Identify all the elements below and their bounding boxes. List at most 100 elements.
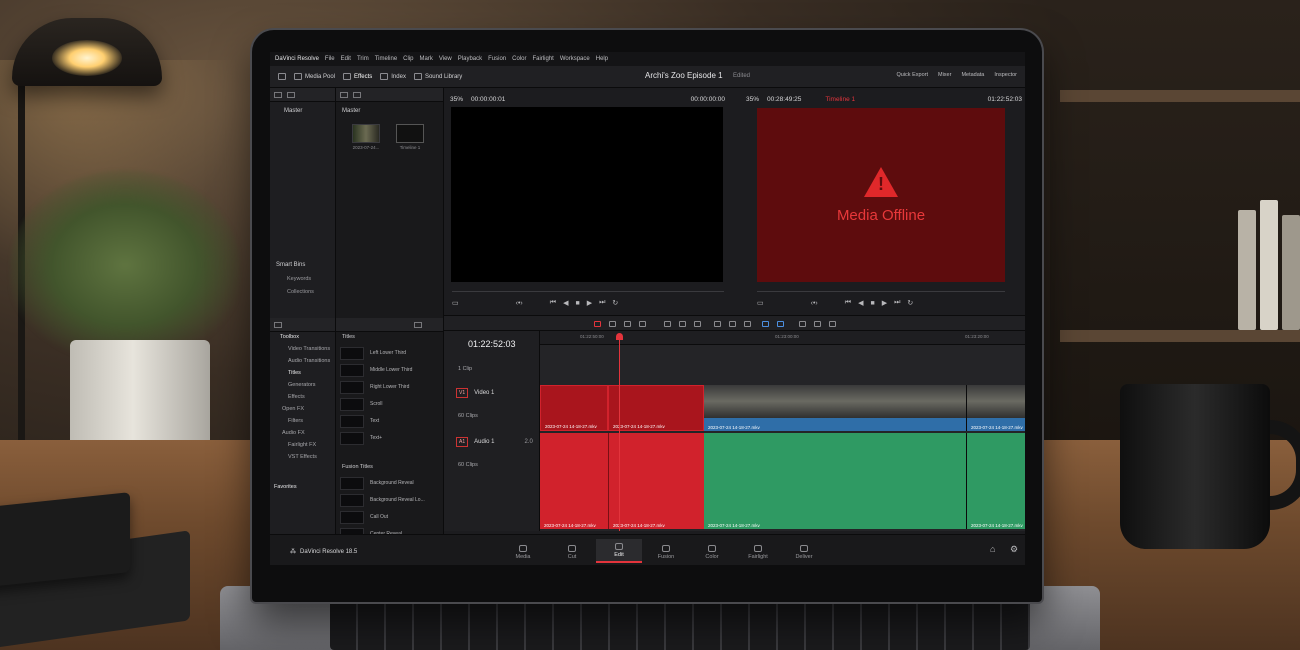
title-item[interactable]: Left Lower Third: [340, 346, 436, 360]
sort-icon[interactable]: [340, 91, 348, 98]
offline-video-clip[interactable]: 2023-07-24 14-18-27.mkv: [540, 385, 608, 431]
inspector-button[interactable]: Inspector: [994, 72, 1017, 78]
panel-toggle-icon[interactable]: [274, 321, 282, 328]
video-track-header[interactable]: V1 Video 1: [456, 388, 494, 398]
menu-clip[interactable]: Clip: [403, 56, 413, 62]
menu-mark[interactable]: Mark: [420, 56, 433, 62]
timeline-tracks[interactable]: 01:22:50:00 01:23:00:00 01:23:20:00 2023…: [540, 331, 1025, 531]
timeline-ruler[interactable]: 01:22:50:00 01:23:00:00 01:23:20:00: [540, 331, 1025, 345]
menu-file[interactable]: File: [325, 56, 335, 62]
jog-icon[interactable]: ‹•›: [516, 300, 523, 307]
timeline-scrubber[interactable]: [757, 284, 1005, 292]
timeline-jog-icon[interactable]: ‹•›: [811, 300, 818, 307]
index-button[interactable]: Index: [380, 73, 406, 80]
menu-help[interactable]: Help: [596, 56, 608, 62]
timeline-loop-icon[interactable]: ↻: [907, 299, 913, 307]
menu-color[interactable]: Color: [512, 56, 526, 62]
audio-track-header[interactable]: A1 Audio 1 2.0: [456, 437, 533, 447]
reverse-icon[interactable]: ◀: [563, 299, 568, 307]
tree-effects[interactable]: Effects: [288, 394, 305, 400]
timeline-zoom[interactable]: 35%: [746, 96, 759, 103]
position-lock-icon[interactable]: [744, 321, 751, 327]
menu-fusion[interactable]: Fusion: [488, 56, 506, 62]
offline-audio-clip[interactable]: 2023-07-24 14-18-27.mkv: [540, 433, 608, 529]
clip-thumbnail[interactable]: [352, 124, 380, 143]
tree-audio-fx[interactable]: Audio FX: [282, 430, 305, 436]
dynamic-trim-icon[interactable]: [624, 321, 631, 327]
source-view-options-icon[interactable]: ▭: [452, 299, 459, 307]
sound-library-button[interactable]: Sound Library: [413, 73, 462, 80]
tree-favorites[interactable]: Favorites: [274, 484, 297, 490]
tree-fairlight-fx[interactable]: Fairlight FX: [288, 442, 316, 448]
menu-fairlight[interactable]: Fairlight: [532, 56, 553, 62]
page-tab-cut[interactable]: Cut: [552, 539, 592, 563]
bin-master[interactable]: Master: [284, 108, 302, 114]
marker-icon[interactable]: [777, 321, 784, 327]
go-end-icon[interactable]: ⏭: [599, 299, 605, 307]
title-item[interactable]: Text: [340, 414, 436, 428]
timeline-view-options-icon[interactable]: ▭: [757, 299, 764, 307]
search-icon[interactable]: [414, 321, 422, 328]
zoom-custom-icon[interactable]: [829, 321, 836, 327]
offline-audio-clip[interactable]: 2023-07-24 14-18-27.mkv: [608, 433, 704, 529]
tree-filters[interactable]: Filters: [288, 418, 303, 424]
metadata-button[interactable]: Metadata: [961, 72, 984, 78]
flag-icon[interactable]: [762, 321, 769, 327]
source-viewer[interactable]: [451, 107, 723, 282]
tree-generators[interactable]: Generators: [288, 382, 316, 388]
timeline-go-end-icon[interactable]: ⏭: [894, 299, 900, 307]
page-tab-fairlight[interactable]: Fairlight: [738, 539, 778, 563]
insert-clip-icon[interactable]: [664, 321, 671, 327]
source-scrubber[interactable]: [452, 284, 724, 292]
tree-open-fx[interactable]: Open FX: [282, 406, 304, 412]
tree-audio-transitions[interactable]: Audio Transitions: [288, 358, 330, 364]
timeline-viewer[interactable]: ! Media Offline: [757, 108, 1005, 282]
play-icon[interactable]: ▶: [587, 299, 592, 307]
loop-icon[interactable]: ↻: [612, 299, 618, 307]
audio-clip[interactable]: 2023-07-24 14-18-27.mkv: [966, 433, 1025, 529]
fusion-title-item[interactable]: Background Reveal Lo...: [340, 493, 436, 507]
quick-export-button[interactable]: Quick Export: [897, 72, 928, 78]
stop-icon[interactable]: ■: [575, 300, 579, 307]
timeline-stop-icon[interactable]: ■: [870, 300, 874, 307]
page-tab-deliver[interactable]: Deliver: [784, 539, 824, 563]
timeline-play-icon[interactable]: ▶: [882, 299, 887, 307]
menu-workspace[interactable]: Workspace: [560, 56, 590, 62]
tree-vst-effects[interactable]: VST Effects: [288, 454, 317, 460]
title-item[interactable]: Right Lower Third: [340, 380, 436, 394]
title-item[interactable]: Scroll: [340, 397, 436, 411]
timeline-thumbnail[interactable]: [396, 124, 424, 143]
video-clip[interactable]: 2023-07-24 14-18-27.mkv: [966, 385, 1025, 431]
menu-playback[interactable]: Playback: [458, 56, 482, 62]
overwrite-clip-icon[interactable]: [679, 321, 686, 327]
audio-clip[interactable]: 2023-07-24 14-18-27.mkv: [704, 433, 966, 529]
timeline-reverse-icon[interactable]: ◀: [858, 299, 863, 307]
title-item[interactable]: Middle Lower Third: [340, 363, 436, 377]
offline-video-clip[interactable]: 2023-07-24 14-18-27.mkv: [608, 385, 704, 431]
tree-video-transitions[interactable]: Video Transitions: [288, 346, 330, 352]
menu-trim[interactable]: Trim: [357, 56, 369, 62]
bin-collections[interactable]: Collections: [287, 289, 314, 295]
home-icon[interactable]: ⌂: [990, 544, 995, 554]
bin-keywords[interactable]: Keywords: [287, 276, 311, 282]
gear-icon[interactable]: ⚙: [1010, 544, 1018, 555]
fusion-title-item[interactable]: Call Out: [340, 510, 436, 524]
media-pool-button[interactable]: Media Pool: [294, 73, 335, 80]
linked-selection-icon[interactable]: [729, 321, 736, 327]
snapping-icon[interactable]: [714, 321, 721, 327]
menu-view[interactable]: View: [439, 56, 452, 62]
page-tab-edit[interactable]: Edit: [596, 539, 642, 563]
effects-button[interactable]: Effects: [343, 73, 372, 80]
go-start-icon[interactable]: ⏮: [550, 299, 556, 307]
mixer-button[interactable]: Mixer: [938, 72, 951, 78]
grid-view-icon[interactable]: [287, 91, 295, 98]
page-tab-media[interactable]: Media: [503, 539, 543, 563]
selection-tool-icon[interactable]: [594, 321, 601, 327]
menu-edit[interactable]: Edit: [341, 56, 351, 62]
trim-tool-icon[interactable]: [609, 321, 616, 327]
search-icon[interactable]: [353, 91, 361, 98]
layout-button[interactable]: [278, 73, 286, 80]
blade-tool-icon[interactable]: [639, 321, 646, 327]
zoom-detail-icon[interactable]: [814, 321, 821, 327]
tree-toolbox[interactable]: Toolbox: [280, 334, 299, 340]
